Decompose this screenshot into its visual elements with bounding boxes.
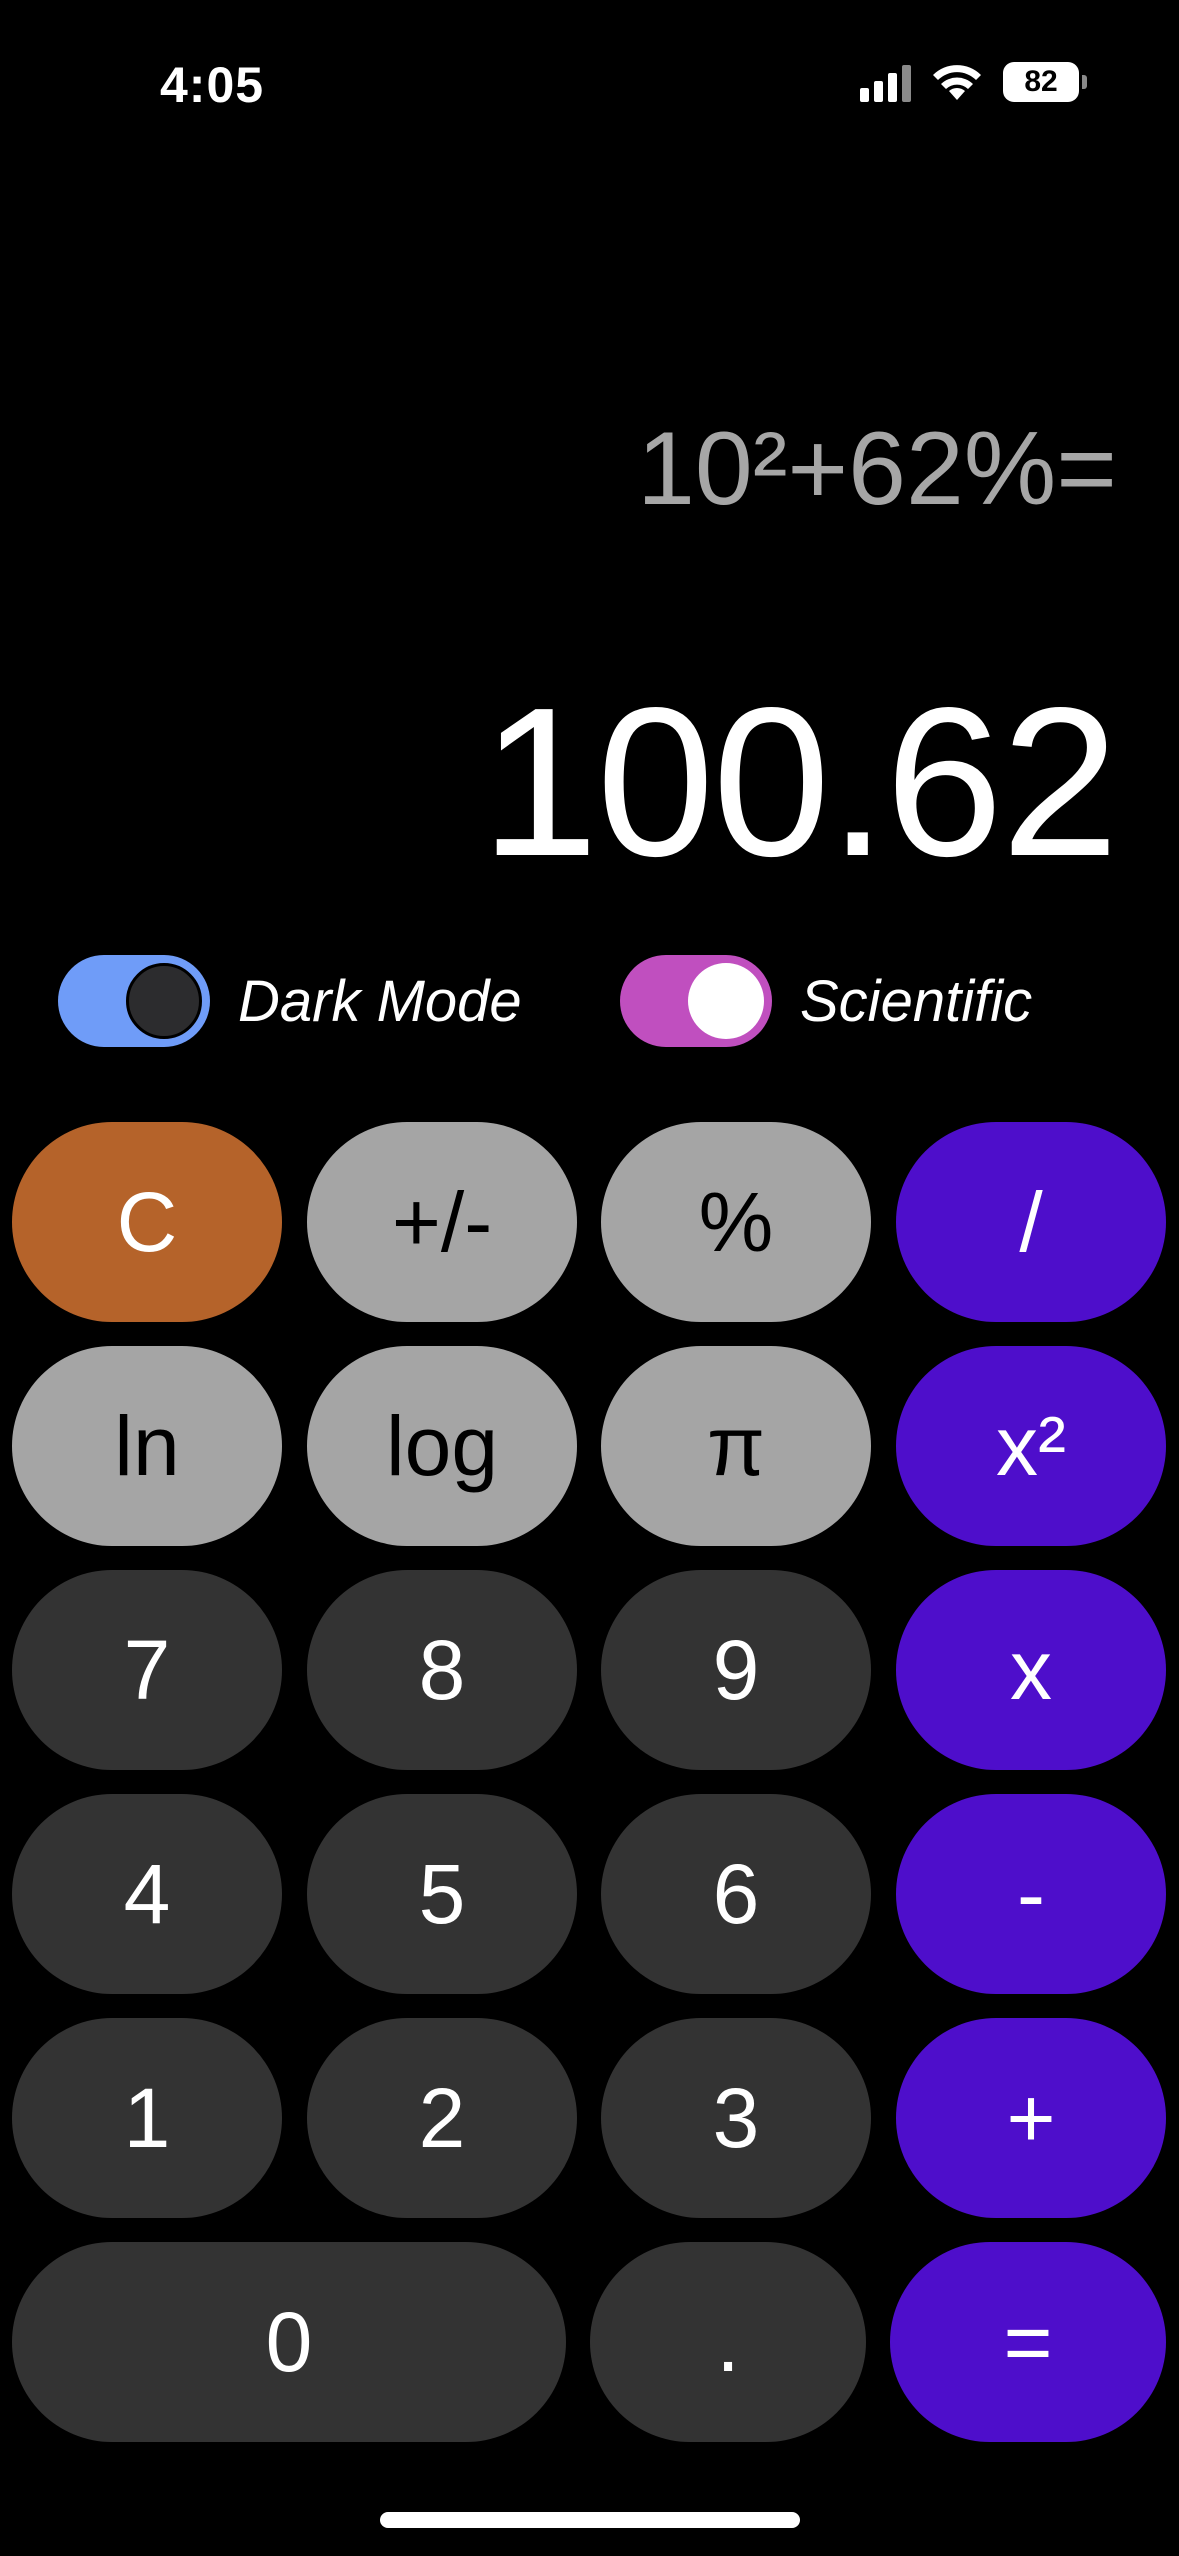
decimal-button[interactable]: . <box>590 2242 866 2442</box>
dark-mode-toggle-group: Dark Mode <box>58 955 522 1047</box>
digit-2-button[interactable]: 2 <box>307 2018 577 2218</box>
digit-9-button[interactable]: 9 <box>601 1570 871 1770</box>
plus-button[interactable]: + <box>896 2018 1166 2218</box>
percent-button[interactable]: % <box>601 1122 871 1322</box>
pi-button[interactable]: π <box>601 1346 871 1546</box>
digit-7-button[interactable]: 7 <box>12 1570 282 1770</box>
mode-toggles: Dark Mode Scientific <box>0 955 1179 1055</box>
wifi-icon <box>933 65 981 100</box>
home-indicator[interactable] <box>380 2512 800 2528</box>
status-bar: 4:05 82 <box>0 0 1179 160</box>
signal-icon <box>860 62 911 102</box>
digit-4-button[interactable]: 4 <box>12 1794 282 1994</box>
minus-button[interactable]: - <box>896 1794 1166 1994</box>
log-button[interactable]: log <box>307 1346 577 1546</box>
scientific-toggle-group: Scientific <box>620 955 1032 1047</box>
digit-5-button[interactable]: 5 <box>307 1794 577 1994</box>
expression-display: 10²+62%= <box>637 411 1117 527</box>
digit-3-button[interactable]: 3 <box>601 2018 871 2218</box>
scientific-toggle-knob <box>688 963 764 1039</box>
digit-8-button[interactable]: 8 <box>307 1570 577 1770</box>
dark-mode-label: Dark Mode <box>238 968 522 1034</box>
status-icons: 82 <box>860 62 1087 102</box>
square-button[interactable]: x² <box>896 1346 1166 1546</box>
scientific-label: Scientific <box>800 968 1033 1034</box>
equals-button[interactable]: = <box>890 2242 1166 2442</box>
battery-icon: 82 <box>1003 62 1087 102</box>
clear-button[interactable]: C <box>12 1122 282 1322</box>
ln-button[interactable]: ln <box>12 1346 282 1546</box>
scientific-toggle[interactable] <box>620 955 772 1047</box>
digit-0-button[interactable]: 0 <box>12 2242 566 2442</box>
dark-mode-toggle-knob <box>126 963 202 1039</box>
divide-button[interactable]: / <box>896 1122 1166 1322</box>
status-time: 4:05 <box>160 57 265 113</box>
multiply-button[interactable]: x <box>896 1570 1166 1770</box>
digit-1-button[interactable]: 1 <box>12 2018 282 2218</box>
battery-level: 82 <box>1024 65 1058 98</box>
result-display: 100.62 <box>480 663 1119 900</box>
plus-minus-button[interactable]: +/- <box>307 1122 577 1322</box>
digit-6-button[interactable]: 6 <box>601 1794 871 1994</box>
dark-mode-toggle[interactable] <box>58 955 210 1047</box>
